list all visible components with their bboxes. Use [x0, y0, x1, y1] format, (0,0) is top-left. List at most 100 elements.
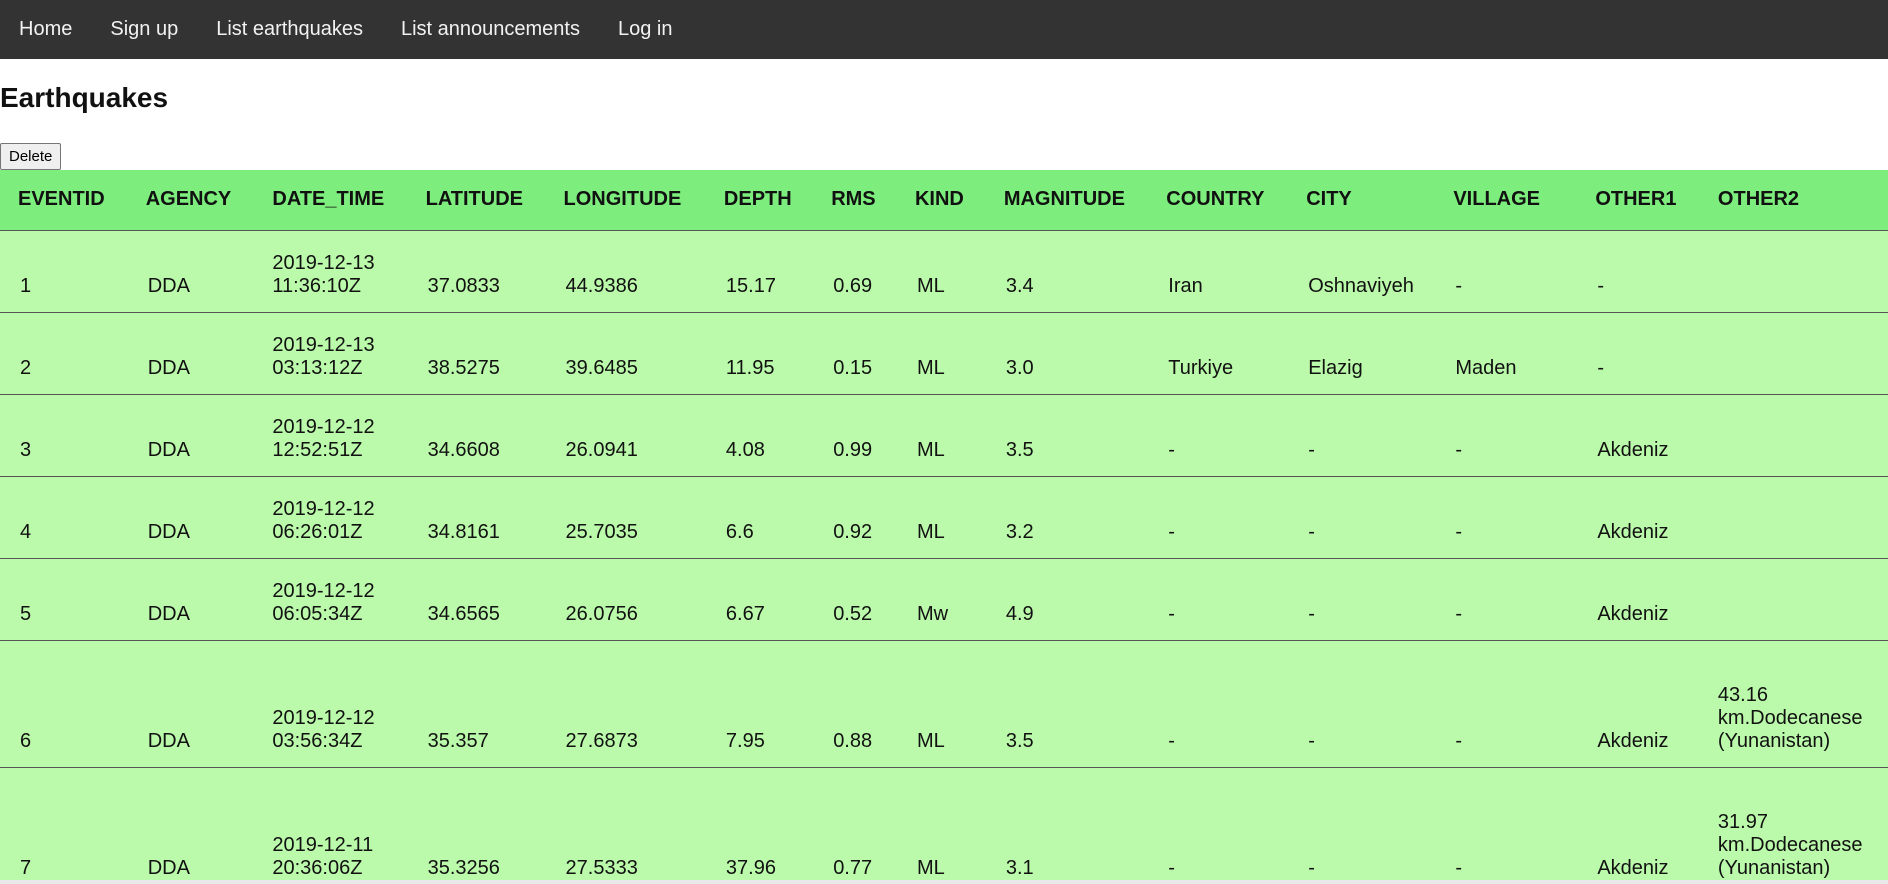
column-header-agency: AGENCY — [127, 170, 255, 231]
cell-rms: 0.52 — [833, 602, 873, 625]
table-header: EVENTID AGENCY DATE_TIME LATITUDE LONGITUDE D… — [0, 170, 1888, 231]
cell-rms: 0.69 — [833, 274, 873, 297]
cell-depth: 6.67 — [725, 602, 765, 625]
cell-o2 — [1700, 558, 1888, 640]
column-header-magnitude: MAGNITUDE — [985, 170, 1149, 231]
table-row[interactable]: 3 DDA 2019-12-12 12:52:51Z 34.6608 26.0941 4.… — [0, 394, 1888, 476]
nav-list-announcements-link[interactable]: List announcements — [382, 0, 599, 59]
cell-depth: 11.95 — [725, 356, 775, 379]
cell-country: - — [1168, 602, 1175, 625]
cell-lat: 34.8161 — [427, 520, 500, 543]
cell-depth: 7.95 — [725, 729, 765, 752]
cell-kind: ML — [916, 520, 945, 543]
cell-country: Iran — [1168, 274, 1203, 297]
cell-date: 2019-12-12 03:56:34Z — [272, 706, 375, 752]
cell-o1: Akdeniz — [1597, 856, 1669, 879]
column-header-other2: OTHER2 — [1699, 170, 1888, 231]
table-body: 1 DDA 2019-12-13 11:36:10Z 37.0833 44.9386 15… — [0, 230, 1888, 884]
cell-o1: - — [1597, 274, 1604, 297]
table-row[interactable]: 7 DDA 2019-12-11 20:36:06Z 35.3256 27.5333 37… — [0, 767, 1888, 884]
cell-o2: 31.97 km.Dodecanese (Yunanistan) — [1717, 810, 1863, 879]
cell-depth: 6.6 — [725, 520, 754, 543]
cell-rms: 0.99 — [833, 438, 873, 461]
cell-village: - — [1455, 438, 1462, 461]
cell-rms: 0.15 — [833, 356, 873, 379]
cell-country: - — [1168, 520, 1175, 543]
column-header-country: COUNTRY — [1148, 170, 1289, 231]
cell-rms: 0.88 — [833, 729, 873, 752]
cell-id: 7 — [20, 856, 32, 879]
cell-kind: ML — [916, 438, 945, 461]
cell-country: - — [1168, 438, 1175, 461]
column-header-rms: RMS — [813, 170, 897, 231]
cell-mag: 3.5 — [1005, 438, 1034, 461]
cell-agency: DDA — [147, 856, 190, 879]
cell-village: - — [1455, 274, 1462, 297]
cell-id: 3 — [20, 438, 32, 461]
cell-city: - — [1308, 856, 1315, 879]
cell-country: - — [1168, 729, 1175, 752]
cell-city: Elazig — [1308, 356, 1363, 379]
cell-date: 2019-12-12 12:52:51Z — [272, 415, 375, 461]
cell-lon: 39.6485 — [565, 356, 638, 379]
column-header-city: CITY — [1288, 170, 1436, 231]
cell-rms: 0.77 — [833, 856, 873, 879]
nav-signup-link[interactable]: Sign up — [91, 0, 197, 59]
horizontal-scrollbar[interactable] — [0, 880, 1888, 884]
cell-o2 — [1700, 312, 1888, 394]
cell-mag: 3.5 — [1005, 729, 1034, 752]
table-row[interactable]: 4 DDA 2019-12-12 06:26:01Z 34.8161 25.7035 6.… — [0, 476, 1888, 558]
cell-o1: - — [1597, 356, 1604, 379]
top-nav: Home Sign up List earthquakes List annou… — [0, 0, 1888, 59]
cell-agency: DDA — [147, 729, 190, 752]
cell-lat: 34.6608 — [427, 438, 500, 461]
cell-country: Turkiye — [1168, 356, 1234, 379]
cell-mag: 3.0 — [1005, 356, 1034, 379]
table-row[interactable]: 2 DDA 2019-12-13 03:13:12Z 38.5275 39.6485 11… — [0, 312, 1888, 394]
cell-lat: 37.0833 — [427, 274, 500, 297]
cell-village: - — [1455, 602, 1462, 625]
cell-o1: Akdeniz — [1597, 602, 1669, 625]
cell-date: 2019-12-11 20:36:06Z — [272, 833, 374, 879]
cell-lon: 26.0941 — [565, 438, 638, 461]
cell-city: - — [1308, 520, 1315, 543]
delete-button[interactable]: Delete — [0, 143, 62, 170]
cell-id: 1 — [20, 274, 32, 297]
cell-city: - — [1308, 438, 1315, 461]
page-title: Earthquakes — [0, 82, 169, 113]
table-row[interactable]: 5 DDA 2019-12-12 06:05:34Z 34.6565 26.0756 6.… — [0, 558, 1888, 640]
column-header-date-time: DATE_TIME — [254, 170, 408, 231]
column-header-eventid: EVENTID — [0, 170, 128, 231]
cell-id: 4 — [20, 520, 32, 543]
cell-o1: Akdeniz — [1597, 520, 1669, 543]
cell-kind: ML — [916, 274, 945, 297]
cell-lat: 35.357 — [427, 729, 489, 752]
cell-rms: 0.92 — [833, 520, 873, 543]
cell-kind: ML — [916, 356, 945, 379]
cell-mag: 3.2 — [1005, 520, 1034, 543]
cell-city: Oshnaviyeh — [1308, 274, 1414, 297]
cell-lon: 26.0756 — [565, 602, 638, 625]
cell-depth: 37.96 — [725, 856, 776, 879]
cell-id: 6 — [20, 729, 32, 752]
cell-lon: 27.5333 — [565, 856, 638, 879]
column-header-other1: OTHER1 — [1577, 170, 1700, 231]
cell-mag: 3.4 — [1005, 274, 1034, 297]
cell-mag: 4.9 — [1005, 602, 1034, 625]
cell-date: 2019-12-12 06:05:34Z — [272, 579, 375, 625]
cell-o1: Akdeniz — [1597, 729, 1669, 752]
table-row[interactable]: 6 DDA 2019-12-12 03:56:34Z 35.357 27.6873 7.9… — [0, 640, 1888, 767]
column-header-kind: KIND — [896, 170, 986, 231]
cell-o2 — [1700, 230, 1888, 312]
table-row[interactable]: 1 DDA 2019-12-13 11:36:10Z 37.0833 44.9386 15… — [0, 230, 1888, 312]
cell-city: - — [1308, 602, 1315, 625]
nav-login-link[interactable]: Log in — [599, 0, 692, 59]
header-row: EVENTID AGENCY DATE_TIME LATITUDE LONGITUDE D… — [0, 170, 1888, 231]
cell-o2 — [1700, 394, 1888, 476]
nav-list-earthquakes-link[interactable]: List earthquakes — [197, 0, 382, 59]
cell-date: 2019-12-13 11:36:10Z — [272, 251, 375, 297]
nav-home-link[interactable]: Home — [0, 0, 91, 59]
cell-agency: DDA — [147, 520, 190, 543]
cell-o1: Akdeniz — [1597, 438, 1669, 461]
earthquakes-table-container[interactable]: EVENTID AGENCY DATE_TIME LATITUDE LONGITUDE D… — [0, 170, 1888, 884]
